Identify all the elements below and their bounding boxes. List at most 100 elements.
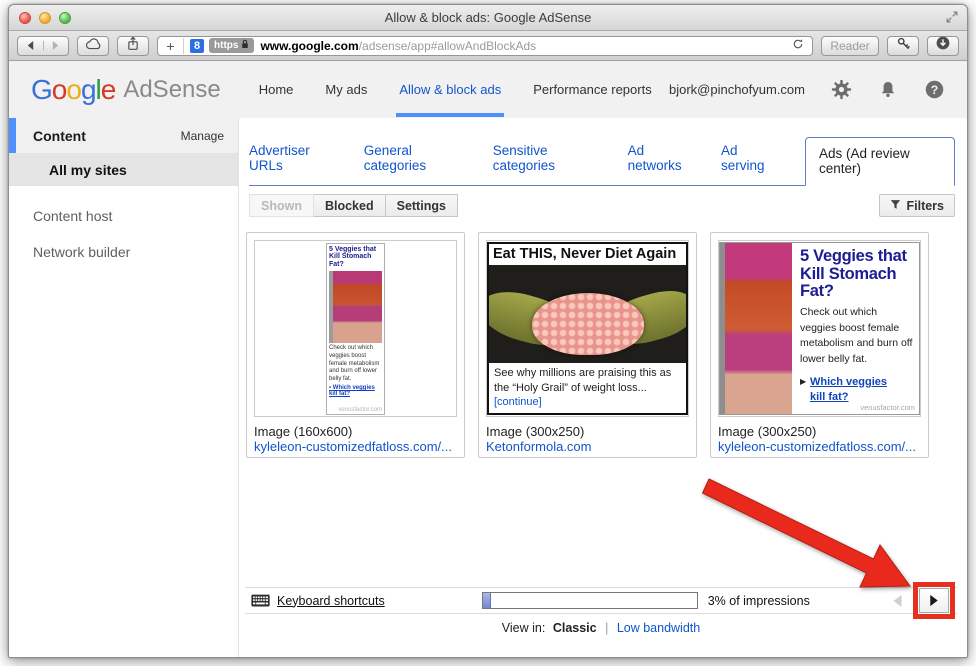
- window-title: Allow & block ads: Google AdSense: [9, 10, 967, 25]
- ad-card-2[interactable]: Eat THIS, Never Diet Again See why milli…: [478, 232, 697, 458]
- ad3-attribution: venusfactor.com: [860, 403, 915, 412]
- tab-ad-networks[interactable]: Ad networks: [628, 134, 694, 185]
- view-separator: |: [605, 621, 608, 635]
- password-manager-button[interactable]: [887, 36, 919, 56]
- ad-creative-split: 5 Veggies that Kill Stomach Fat? Check o…: [719, 242, 920, 415]
- keyboard-icon: [251, 594, 270, 607]
- view-in-row: View in: Classic | Low bandwidth: [245, 621, 957, 635]
- add-to-reading-list-button[interactable]: +: [158, 38, 184, 54]
- https-badge: https: [209, 38, 254, 53]
- filter-funnel-icon: [890, 199, 901, 213]
- google-favicon: 8: [190, 39, 204, 53]
- ad2-size-label: Image (300x250): [486, 424, 689, 439]
- ad-creative-photo: Eat THIS, Never Diet Again See why milli…: [487, 242, 688, 415]
- footer-bar: Keyboard shortcuts 3% of impressions: [245, 587, 957, 614]
- nav-home[interactable]: Home: [259, 82, 294, 97]
- page: Allow & block ads: Google AdSense: [0, 0, 976, 666]
- cloud-icon: [85, 37, 102, 55]
- ad3-body: Check out which veggies boost female met…: [800, 305, 913, 368]
- tab-advertiser-urls[interactable]: Advertiser URLs: [249, 134, 337, 185]
- help-icon[interactable]: ?: [924, 79, 945, 100]
- ad3-headline: 5 Veggies that Kill Stomach Fat?: [800, 248, 913, 301]
- subtab-blocked[interactable]: Blocked: [313, 194, 386, 217]
- ad1-attribution: venusfactor.com: [338, 407, 382, 413]
- adsense-wordmark: AdSense: [123, 76, 220, 104]
- titlebar: Allow & block ads: Google AdSense: [9, 5, 967, 31]
- ad3-url-link[interactable]: kyleleon-customizedfatloss.com/...: [718, 439, 921, 454]
- tab-ad-serving[interactable]: Ad serving: [721, 134, 778, 185]
- forward-button[interactable]: [44, 41, 69, 50]
- ad2-caption: See why millions are praising this as th…: [489, 363, 686, 413]
- sidebar-item-content-host[interactable]: Content host: [9, 198, 238, 234]
- back-button[interactable]: [18, 41, 44, 50]
- share-button[interactable]: [117, 36, 149, 56]
- sidebar-item-all-my-sites[interactable]: All my sites: [9, 153, 238, 186]
- tab-ads-ad-review-center[interactable]: Ads (Ad review center): [805, 137, 955, 186]
- icloud-tabs-button[interactable]: [77, 36, 109, 56]
- ad1-torso-image: [329, 271, 382, 343]
- notifications-bell-icon[interactable]: [878, 79, 898, 100]
- fruit-pearls: [532, 293, 644, 355]
- ad2-fruit-photo: [489, 265, 686, 363]
- adsense-header: Google AdSense Home My ads Allow & block…: [9, 61, 967, 118]
- url-path: /adsense/app#allowAndBlockAds: [359, 39, 536, 53]
- reload-icon[interactable]: [792, 37, 804, 55]
- fullscreen-icon[interactable]: [945, 10, 959, 29]
- help-glyph: ?: [931, 83, 938, 97]
- ad1-url-link[interactable]: kyleleon-customizedfatloss.com/...: [254, 439, 457, 454]
- ad-preview-3: 5 Veggies that Kill Stomach Fat? Check o…: [718, 240, 921, 417]
- ad2-body: See why millions are praising this as th…: [494, 367, 671, 394]
- account-email: bjork@pinchofyum.com: [669, 82, 805, 97]
- download-icon: [935, 35, 951, 56]
- subtab-shown[interactable]: Shown: [249, 194, 314, 217]
- impressions-progress-bar: [482, 592, 698, 609]
- sidebar: Content Manage All my sites Content host…: [9, 118, 239, 658]
- address-bar[interactable]: + 8 https www.google.com/adsense/app#all…: [157, 36, 813, 56]
- filters-button[interactable]: Filters: [879, 194, 955, 217]
- tabbar: Advertiser URLs General categories Sensi…: [249, 134, 955, 186]
- url-domain: www.google.com: [260, 39, 358, 53]
- pager: [891, 582, 957, 619]
- ad-preview-2: Eat THIS, Never Diet Again See why milli…: [486, 240, 689, 417]
- sidebar-manage-link[interactable]: Manage: [181, 129, 224, 143]
- nav-my-ads[interactable]: My ads: [325, 82, 367, 97]
- view-in-label: View in:: [502, 621, 546, 635]
- google-logo: Google: [31, 74, 115, 106]
- ad2-headline: Eat THIS, Never Diet Again: [489, 244, 686, 265]
- ad1-body: Check out which veggies boost female met…: [329, 345, 382, 384]
- ad-creative-skyscraper: 5 Veggies that Kill Stomach Fat? Check o…: [326, 243, 385, 415]
- browser-toolbar: + 8 https www.google.com/adsense/app#all…: [9, 31, 967, 61]
- ad2-url-link[interactable]: Ketonformola.com: [486, 439, 689, 454]
- impressions-progress-fill: [483, 593, 492, 608]
- settings-gear-icon[interactable]: [831, 79, 852, 100]
- tab-general-categories[interactable]: General categories: [364, 134, 466, 185]
- ad3-torso-image: [720, 243, 792, 414]
- downloads-button[interactable]: [927, 36, 959, 56]
- subtab-row: Shown Blocked Settings Filters: [249, 194, 955, 217]
- ad1-size-label: Image (160x600): [254, 424, 457, 439]
- ad1-cta-link: Which veggies kill fat?: [329, 385, 382, 397]
- nav-allow-block-ads[interactable]: Allow & block ads: [399, 82, 501, 97]
- sidebar-item-network-builder[interactable]: Network builder: [9, 234, 238, 270]
- ad3-size-label: Image (300x250): [718, 424, 921, 439]
- header-right: bjork@pinchofyum.com ?: [669, 79, 945, 100]
- history-nav-group: [17, 36, 69, 56]
- annotation-highlight-box: [913, 582, 955, 619]
- browser-window: Allow & block ads: Google AdSense: [8, 4, 968, 658]
- impressions-label: 3% of impressions: [708, 594, 810, 608]
- prev-page-button[interactable]: [891, 594, 904, 608]
- tab-sensitive-categories[interactable]: Sensitive categories: [493, 134, 601, 185]
- reader-button[interactable]: Reader: [821, 36, 879, 56]
- view-low-bandwidth-link[interactable]: Low bandwidth: [617, 621, 700, 635]
- subtab-settings[interactable]: Settings: [385, 194, 458, 217]
- sidebar-section-title: Content: [33, 128, 86, 144]
- view-classic: Classic: [553, 621, 597, 635]
- nav-performance-reports[interactable]: Performance reports: [533, 82, 652, 97]
- keyboard-shortcuts-link[interactable]: Keyboard shortcuts: [277, 594, 385, 608]
- share-icon: [126, 36, 140, 56]
- ad-card-3[interactable]: 5 Veggies that Kill Stomach Fat? Check o…: [710, 232, 929, 458]
- ad1-headline: 5 Veggies that Kill Stomach Fat?: [329, 246, 382, 269]
- ad-card-1[interactable]: 5 Veggies that Kill Stomach Fat? Check o…: [246, 232, 465, 458]
- next-page-button[interactable]: [919, 588, 949, 613]
- ad-preview-1: 5 Veggies that Kill Stomach Fat? Check o…: [254, 240, 457, 417]
